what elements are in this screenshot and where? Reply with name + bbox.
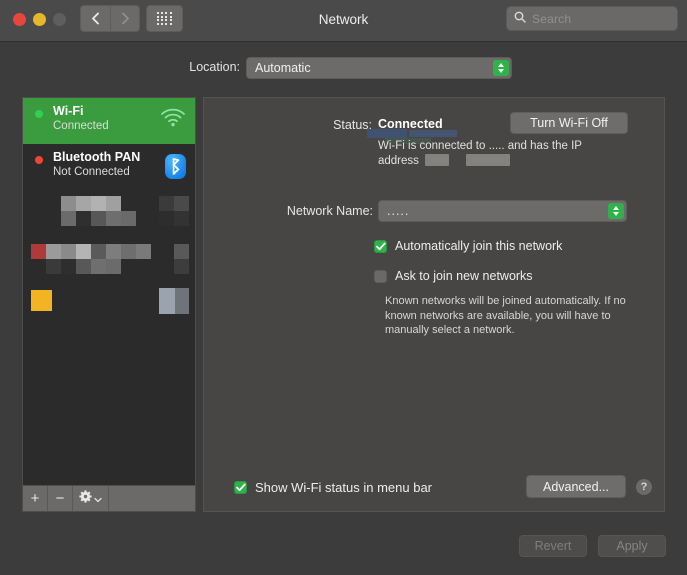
network-name-popup-button[interactable]: ..... xyxy=(378,200,627,222)
advanced-button[interactable]: Advanced... xyxy=(526,475,626,498)
wifi-icon xyxy=(160,108,186,132)
chevron-down-icon xyxy=(94,490,102,507)
status-dot-red xyxy=(35,156,43,164)
network-name-stepper-icon[interactable] xyxy=(608,203,624,219)
status-label: Status: xyxy=(320,118,372,132)
network-name-selected-value: ..... xyxy=(387,204,409,218)
ask-to-join-label: Ask to join new networks xyxy=(395,269,533,284)
ask-to-join-checkbox[interactable] xyxy=(374,270,387,283)
location-selected-value: Automatic xyxy=(255,61,311,75)
remove-service-button[interactable]: − xyxy=(48,486,73,511)
sidebar-toolbar-filler xyxy=(109,486,195,511)
status-value: Connected xyxy=(378,117,443,131)
ask-to-join-checkbox-row[interactable]: Ask to join new networks xyxy=(374,269,533,284)
redacted-list-item[interactable] xyxy=(23,190,195,236)
network-preferences-window: Network Search Location: Automatic W xyxy=(0,0,687,575)
search-placeholder: Search xyxy=(532,12,571,26)
add-service-button[interactable]: + xyxy=(23,486,48,511)
menu-bar-label: Show Wi-Fi status in menu bar xyxy=(255,480,432,495)
gear-icon xyxy=(79,490,92,507)
network-name-label: Network Name: xyxy=(263,204,373,218)
sidebar-toolbar: + − xyxy=(23,485,195,511)
status-description: Wi-Fi is connected to ..... and has the … xyxy=(378,139,622,169)
menu-bar-checkbox-row[interactable]: Show Wi-Fi status in menu bar xyxy=(234,480,432,495)
redacted-list-item[interactable] xyxy=(23,282,195,328)
menu-bar-checkbox[interactable] xyxy=(234,481,247,494)
auto-join-label: Automatically join this network xyxy=(395,239,562,254)
sidebar-item-wifi[interactable]: Wi-Fi Connected xyxy=(23,98,195,144)
network-services-list[interactable]: Wi-Fi Connected Bluetooth PAN Not Connec… xyxy=(23,98,195,486)
sidebar-item-bluetooth-pan[interactable]: Bluetooth PAN Not Connected xyxy=(23,144,195,190)
status-network-redacted: ..... xyxy=(489,140,505,152)
status-description-suffix: and has the IP xyxy=(508,140,582,152)
redacted-list-item[interactable] xyxy=(23,236,195,282)
auto-join-checkbox-row[interactable]: Automatically join this network xyxy=(374,239,562,254)
redacted-ip-block-2 xyxy=(466,154,510,166)
redacted-ip-block-1 xyxy=(425,154,449,166)
status-description-prefix: Wi-Fi is connected to xyxy=(378,140,485,152)
location-label: Location: xyxy=(178,60,240,74)
network-services-sidebar: Wi-Fi Connected Bluetooth PAN Not Connec… xyxy=(22,97,196,512)
search-icon xyxy=(514,10,526,28)
status-address-word: address xyxy=(378,155,419,167)
location-popup-button[interactable]: Automatic xyxy=(246,57,512,79)
search-field[interactable]: Search xyxy=(506,6,678,31)
location-row: Location: Automatic xyxy=(0,57,687,81)
bluetooth-icon xyxy=(165,154,186,179)
window-titlebar: Network Search xyxy=(0,0,687,42)
status-dot-green xyxy=(35,110,43,118)
help-button[interactable]: ? xyxy=(636,479,652,495)
wifi-settings-panel: Status: Connected Wi-Fi is connected to … xyxy=(203,97,665,512)
auto-join-checkbox[interactable] xyxy=(374,240,387,253)
service-actions-button[interactable] xyxy=(73,486,109,511)
revert-button[interactable]: Revert xyxy=(519,535,587,557)
auto-join-hint-text: Known networks will be joined automatica… xyxy=(385,294,635,338)
turn-wifi-off-button[interactable]: Turn Wi-Fi Off xyxy=(510,112,628,134)
location-stepper-icon[interactable] xyxy=(493,60,509,76)
apply-button[interactable]: Apply xyxy=(598,535,666,557)
